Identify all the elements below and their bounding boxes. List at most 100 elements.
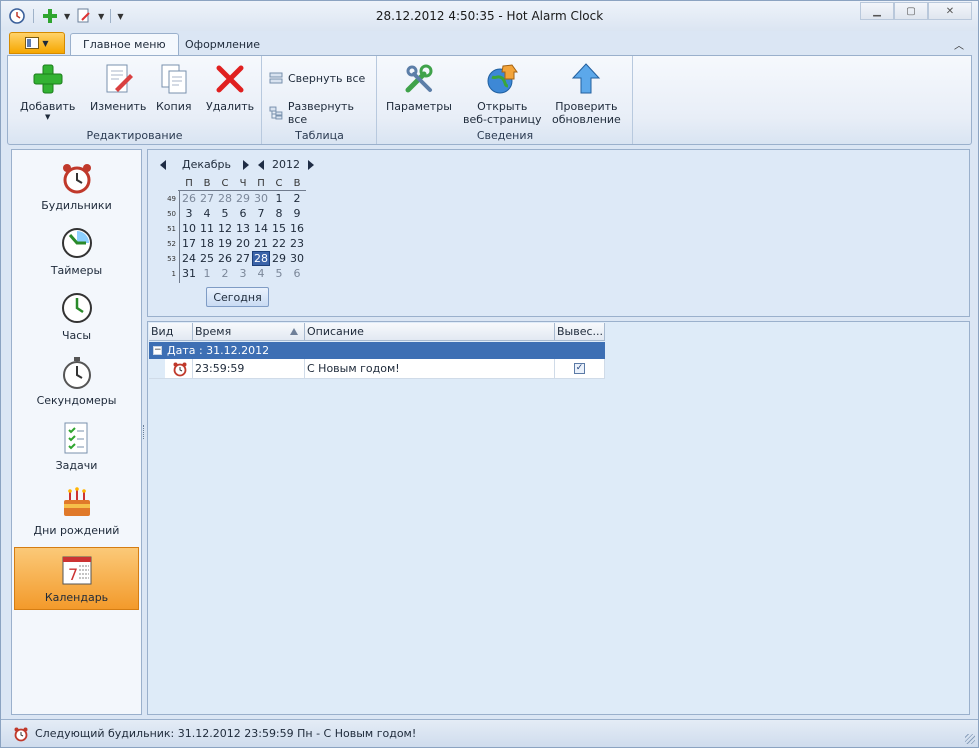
collapse-group-icon[interactable]: −: [153, 346, 162, 355]
day-cell[interactable]: 1: [270, 192, 288, 205]
next-year-icon[interactable]: [308, 159, 314, 170]
weekday-label: В: [203, 178, 211, 189]
collapse-all-button[interactable]: Свернуть все: [269, 71, 365, 85]
nav-item-timers[interactable]: Таймеры: [14, 220, 139, 283]
day-cell[interactable]: 2: [216, 267, 234, 280]
alarm-clock-icon: [62, 164, 91, 194]
weekday-label: Ч: [239, 178, 247, 189]
column-header-time[interactable]: Время: [193, 323, 305, 341]
day-cell[interactable]: 24: [180, 252, 198, 265]
day-cell[interactable]: 29: [270, 252, 288, 265]
nav-item-tasks[interactable]: Задачи: [14, 415, 139, 478]
day-cell[interactable]: 4: [252, 267, 270, 280]
weekday-label: С: [221, 178, 229, 189]
day-cell[interactable]: 14: [252, 222, 270, 235]
week-row: 51 10 11 12 13 14 15 16: [158, 221, 306, 236]
day-cell[interactable]: 28: [216, 192, 234, 205]
day-cell[interactable]: 13: [234, 222, 252, 235]
day-cell[interactable]: 22: [270, 237, 288, 250]
day-cell[interactable]: 16: [288, 222, 306, 235]
day-cell[interactable]: 27: [198, 192, 216, 205]
tab-appearance[interactable]: Оформление: [173, 33, 272, 55]
day-cell[interactable]: 25: [198, 252, 216, 265]
display-checkbox[interactable]: ✓: [574, 363, 585, 374]
tab-main-menu[interactable]: Главное меню: [70, 33, 179, 55]
expand-all-button[interactable]: Развернуть все: [269, 100, 376, 126]
settings-button[interactable]: Параметры: [386, 62, 452, 113]
day-cell[interactable]: 15: [270, 222, 288, 235]
day-cell[interactable]: 31: [180, 267, 198, 280]
day-cell[interactable]: 9: [288, 207, 306, 220]
close-button[interactable]: ✕: [928, 2, 972, 20]
week-number: 49: [167, 194, 176, 203]
day-cell[interactable]: 26: [180, 192, 198, 205]
next-month-icon[interactable]: [243, 159, 249, 170]
selected-day-cell[interactable]: 28: [252, 251, 270, 266]
nav-item-clocks[interactable]: Часы: [14, 285, 139, 348]
open-webpage-button[interactable]: Открыть веб-страницу: [463, 62, 542, 126]
day-cell[interactable]: 29: [234, 192, 252, 205]
day-cell[interactable]: 30: [252, 192, 270, 205]
today-button[interactable]: Сегодня: [206, 287, 269, 307]
day-cell[interactable]: 26: [216, 252, 234, 265]
day-cell[interactable]: 5: [216, 207, 234, 220]
day-cell[interactable]: 6: [288, 267, 306, 280]
column-header-display[interactable]: Вывес...: [555, 323, 605, 341]
weekday-header: П В С Ч П С В: [158, 176, 306, 191]
column-header-description[interactable]: Описание: [305, 323, 555, 341]
column-header-type[interactable]: Вид: [149, 323, 193, 341]
nav-item-birthdays[interactable]: Дни рождений: [14, 480, 139, 543]
group-row-date[interactable]: − Дата : 31.12.2012: [149, 342, 605, 359]
nav-item-alarms[interactable]: Будильники: [14, 155, 139, 218]
day-cell[interactable]: 7: [252, 207, 270, 220]
application-menu-button[interactable]: ▼: [9, 32, 65, 54]
minimize-button[interactable]: ▁: [860, 2, 894, 20]
day-cell[interactable]: 6: [234, 207, 252, 220]
add-button[interactable]: Добавить ▼: [20, 62, 75, 121]
day-cell[interactable]: 3: [180, 207, 198, 220]
day-cell[interactable]: 18: [198, 237, 216, 250]
calendar-header-divider: [178, 190, 306, 191]
weekday-label: П: [185, 178, 193, 189]
week-row: 53 24 25 26 27 28 29 30: [158, 251, 306, 266]
day-cell[interactable]: 27: [234, 252, 252, 265]
day-cell[interactable]: 2: [288, 192, 306, 205]
prev-year-icon[interactable]: [258, 159, 264, 170]
tasks-checklist-icon: [64, 422, 87, 454]
add-dropdown-icon[interactable]: ▼: [45, 113, 50, 121]
day-cell[interactable]: 3: [234, 267, 252, 280]
prev-month-icon[interactable]: [160, 159, 166, 170]
day-cell[interactable]: 4: [198, 207, 216, 220]
ribbon-minimize-icon[interactable]: ︿: [954, 37, 964, 52]
day-cell[interactable]: 30: [288, 252, 306, 265]
table-row[interactable]: 23:59:59 С Новым годом! ✓: [149, 359, 605, 379]
resize-grip-icon[interactable]: [965, 734, 975, 744]
month-label[interactable]: Декабрь: [182, 158, 231, 171]
delete-button[interactable]: Удалить: [206, 62, 254, 113]
alarm-clock-icon: [173, 362, 186, 376]
edit-button[interactable]: Изменить: [90, 62, 146, 113]
copy-button[interactable]: Копия: [156, 62, 192, 113]
check-update-button[interactable]: Проверить обновление: [552, 62, 621, 126]
day-cell[interactable]: 20: [234, 237, 252, 250]
day-cell[interactable]: 10: [180, 222, 198, 235]
cell-time: 23:59:59: [193, 359, 305, 379]
splitter-grip[interactable]: [143, 425, 146, 439]
svg-text:7: 7: [68, 565, 78, 584]
expand-all-icon: [269, 106, 283, 120]
day-cell[interactable]: 8: [270, 207, 288, 220]
maximize-button[interactable]: ▢: [894, 2, 928, 20]
tools-icon: [405, 64, 433, 93]
day-cell[interactable]: 21: [252, 237, 270, 250]
nav-item-stopwatches[interactable]: Секундомеры: [14, 350, 139, 413]
day-cell[interactable]: 17: [180, 237, 198, 250]
nav-item-calendar[interactable]: 7 Календарь: [14, 547, 139, 610]
day-cell[interactable]: 11: [198, 222, 216, 235]
day-cell[interactable]: 19: [216, 237, 234, 250]
day-cell[interactable]: 5: [270, 267, 288, 280]
copy-icon: [161, 64, 187, 94]
day-cell[interactable]: 23: [288, 237, 306, 250]
day-cell[interactable]: 1: [198, 267, 216, 280]
year-label[interactable]: 2012: [272, 158, 300, 171]
day-cell[interactable]: 12: [216, 222, 234, 235]
